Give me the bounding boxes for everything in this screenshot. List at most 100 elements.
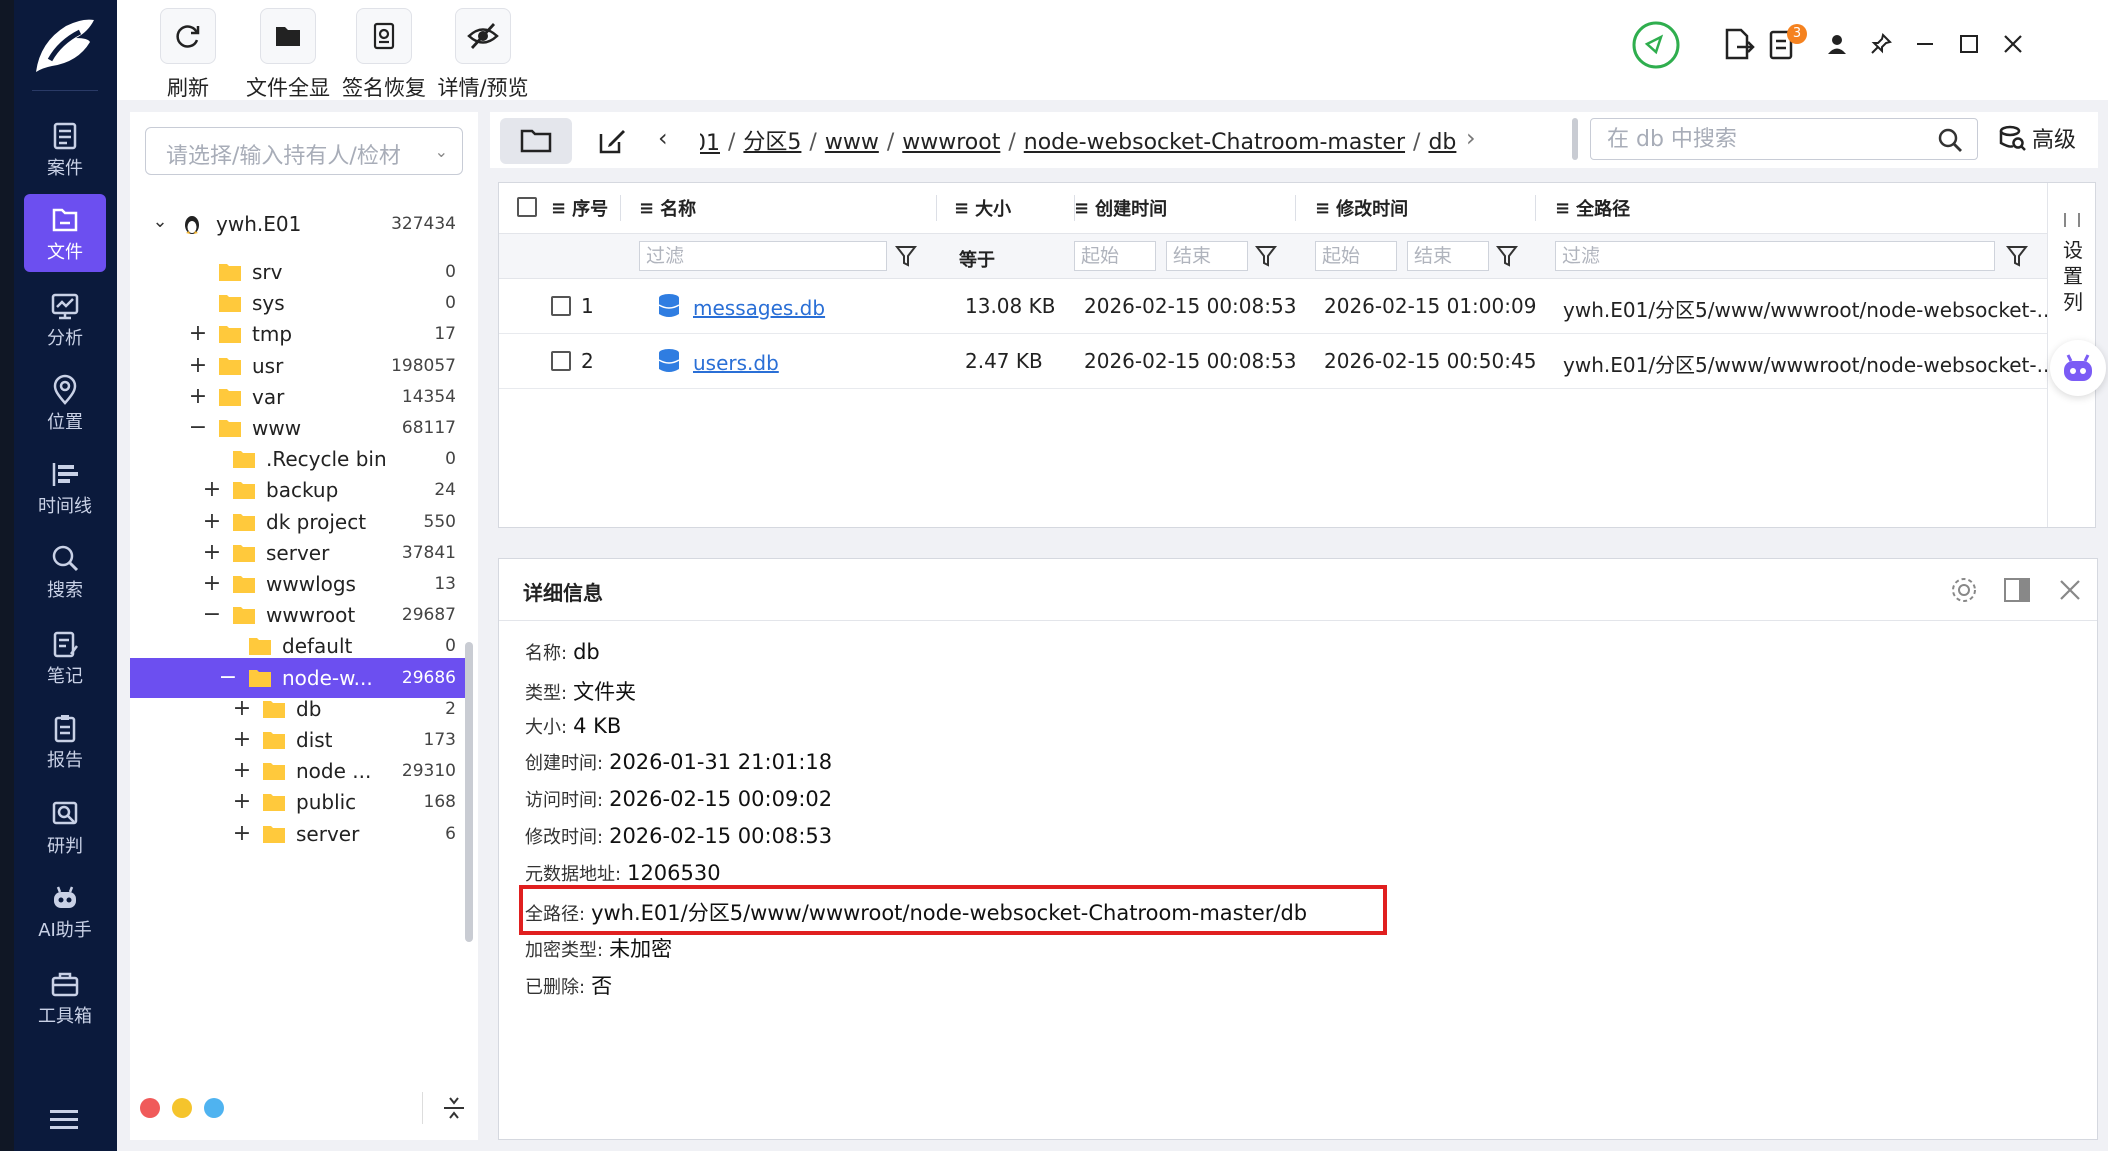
breadcrumb-item[interactable]: 分区5 (743, 130, 801, 155)
tree-root[interactable]: ⌄ ywh.E01 327434 (130, 204, 470, 244)
user-button[interactable] (1817, 24, 1857, 64)
pin-button[interactable] (1861, 24, 1901, 64)
eye-off-icon (467, 23, 499, 49)
folder-icon (219, 389, 241, 406)
tree-expander-icon[interactable]: + (202, 571, 222, 596)
status-dot[interactable] (172, 1098, 192, 1118)
status-dot[interactable] (140, 1098, 160, 1118)
tree-expander-icon[interactable]: + (202, 540, 222, 565)
select-all-checkbox[interactable] (517, 197, 537, 217)
back-chevron-icon[interactable]: ‹ (658, 124, 668, 152)
details-preview-button[interactable]: 详情/预览 (423, 8, 543, 102)
col-separator[interactable] (1295, 195, 1296, 221)
minimize-button[interactable] (1905, 24, 1945, 64)
tasks-button[interactable]: 3 (1763, 24, 1807, 64)
ai-assistant-float-button[interactable] (2050, 340, 2106, 396)
tree-expander-icon[interactable]: − (218, 665, 238, 690)
collapse-chevron-icon[interactable]: ⌄ (150, 211, 170, 232)
modified-start-input[interactable]: 起始 (1315, 241, 1397, 271)
name-filter-input[interactable]: 过滤 (639, 241, 887, 271)
tree-expander-icon[interactable]: + (202, 477, 222, 502)
nav-label: 时间线 (38, 496, 92, 517)
close-window-button[interactable] (1993, 24, 2033, 64)
split-panel-icon[interactable] (2002, 575, 2032, 605)
nav-item-ai-assistant[interactable]: AI助手 (24, 872, 106, 950)
search-input-box[interactable] (1590, 118, 1978, 160)
breadcrumb-item[interactable]: 01 (700, 131, 720, 156)
tree-expander-icon[interactable]: + (232, 789, 252, 814)
col-header-size-label: 大小 (975, 199, 1012, 220)
nav-item-toolbox[interactable]: 工具箱 (24, 958, 106, 1036)
tree-expander-icon[interactable]: − (202, 602, 222, 627)
maximize-button[interactable] (1949, 24, 1989, 64)
breadcrumb-item[interactable]: db (1428, 130, 1456, 155)
forward-chevron-icon[interactable]: › (1466, 124, 1476, 152)
col-header-size[interactable]: ≡ 大小 (954, 183, 1011, 233)
settings-gear-icon[interactable] (1949, 575, 1979, 605)
status-ok-button[interactable] (1631, 20, 1681, 70)
folder-icon (276, 27, 300, 46)
nav-item-analysis[interactable]: 分析 (24, 280, 106, 358)
folder-view-button[interactable] (500, 118, 572, 164)
advanced-search-button[interactable]: 高级 (1998, 122, 2076, 154)
nav-item-case[interactable]: 案件 (24, 110, 106, 188)
table-row[interactable]: 2 users.db 2.47 KB 2026-02-15 00:08:53 2026-… (499, 334, 2056, 389)
tree-expander-icon[interactable]: + (232, 727, 252, 752)
nav-item-search[interactable]: 搜索 (24, 532, 106, 610)
table-row[interactable]: 1 messages.db 13.08 KB 2026-02-15 00:08:53 2… (499, 279, 2056, 334)
col-header-modified[interactable]: ≡ 修改时间 (1315, 183, 1408, 233)
tree-expander-icon[interactable]: − (188, 415, 208, 440)
tree-expander-icon[interactable]: + (188, 384, 208, 409)
breadcrumb-item[interactable]: node-websocket-Chatroom-master (1024, 130, 1405, 155)
filter-icon[interactable] (2006, 244, 2028, 268)
nav-item-file[interactable]: 文件 (24, 194, 106, 272)
nav-item-location[interactable]: 位置 (24, 364, 106, 442)
tree-scrollbar[interactable] (465, 642, 473, 942)
nav-item-judgement[interactable]: 研判 (24, 788, 106, 866)
filter-icon[interactable] (1496, 244, 1518, 268)
owner-select[interactable]: 请选择/输入持有人/检材 ⌄ (145, 127, 463, 175)
breadcrumb-item[interactable]: www (825, 130, 879, 155)
tree-item[interactable]: + server 6 (130, 814, 470, 854)
modified-end-input[interactable]: 结束 (1407, 241, 1489, 271)
tree-expander-icon[interactable]: + (232, 758, 252, 783)
close-icon[interactable] (2055, 575, 2085, 605)
tree-expander-icon[interactable]: + (232, 696, 252, 721)
path-scroll-handle[interactable] (1572, 118, 1578, 160)
col-separator[interactable] (620, 195, 621, 221)
file-name-link[interactable]: users.db (693, 351, 779, 375)
created-end-input[interactable]: 结束 (1166, 241, 1248, 271)
collapse-all-icon[interactable] (442, 1094, 466, 1122)
tree-expander-icon[interactable]: + (188, 321, 208, 346)
breadcrumb-item[interactable]: wwwroot (902, 130, 1000, 155)
file-name-link[interactable]: messages.db (693, 296, 825, 320)
path-filter-input[interactable]: 过滤 (1555, 241, 1995, 271)
nav-item-note[interactable]: 笔记 (24, 618, 106, 696)
status-dot[interactable] (204, 1098, 224, 1118)
menu-icon[interactable] (48, 1108, 80, 1132)
filter-icon[interactable] (1255, 244, 1277, 268)
tree-expander-icon[interactable]: + (232, 821, 252, 846)
row-checkbox[interactable] (551, 351, 571, 371)
nav-item-timeline[interactable]: 时间线 (24, 448, 106, 526)
search-icon[interactable] (1937, 127, 1963, 153)
search-input[interactable] (1607, 124, 1917, 154)
col-separator[interactable] (1535, 195, 1536, 221)
tree-expander-icon[interactable]: + (202, 509, 222, 534)
file-overview-button[interactable]: 文件全显 (233, 8, 343, 102)
col-header-name[interactable]: ≡ 名称 (639, 183, 696, 233)
detail-field-value: 4 KB (573, 713, 622, 738)
col-header-created[interactable]: ≡ 创建时间 (1074, 183, 1167, 233)
edit-path-button[interactable] (576, 118, 648, 164)
nav-item-report[interactable]: 报告 (24, 702, 106, 780)
export-button[interactable] (1719, 24, 1759, 64)
col-header-full-path[interactable]: ≡ 全路径 (1555, 183, 1630, 233)
col-separator[interactable] (936, 195, 937, 221)
col-header-index[interactable]: ≡ 序号 (551, 183, 608, 233)
tree-expander-icon[interactable]: + (188, 353, 208, 378)
size-operator-select[interactable]: 等于 (959, 246, 995, 272)
created-start-input[interactable]: 起始 (1074, 241, 1156, 271)
filter-icon[interactable] (895, 244, 917, 268)
refresh-button[interactable]: 刷新 (153, 8, 223, 102)
row-checkbox[interactable] (551, 296, 571, 316)
